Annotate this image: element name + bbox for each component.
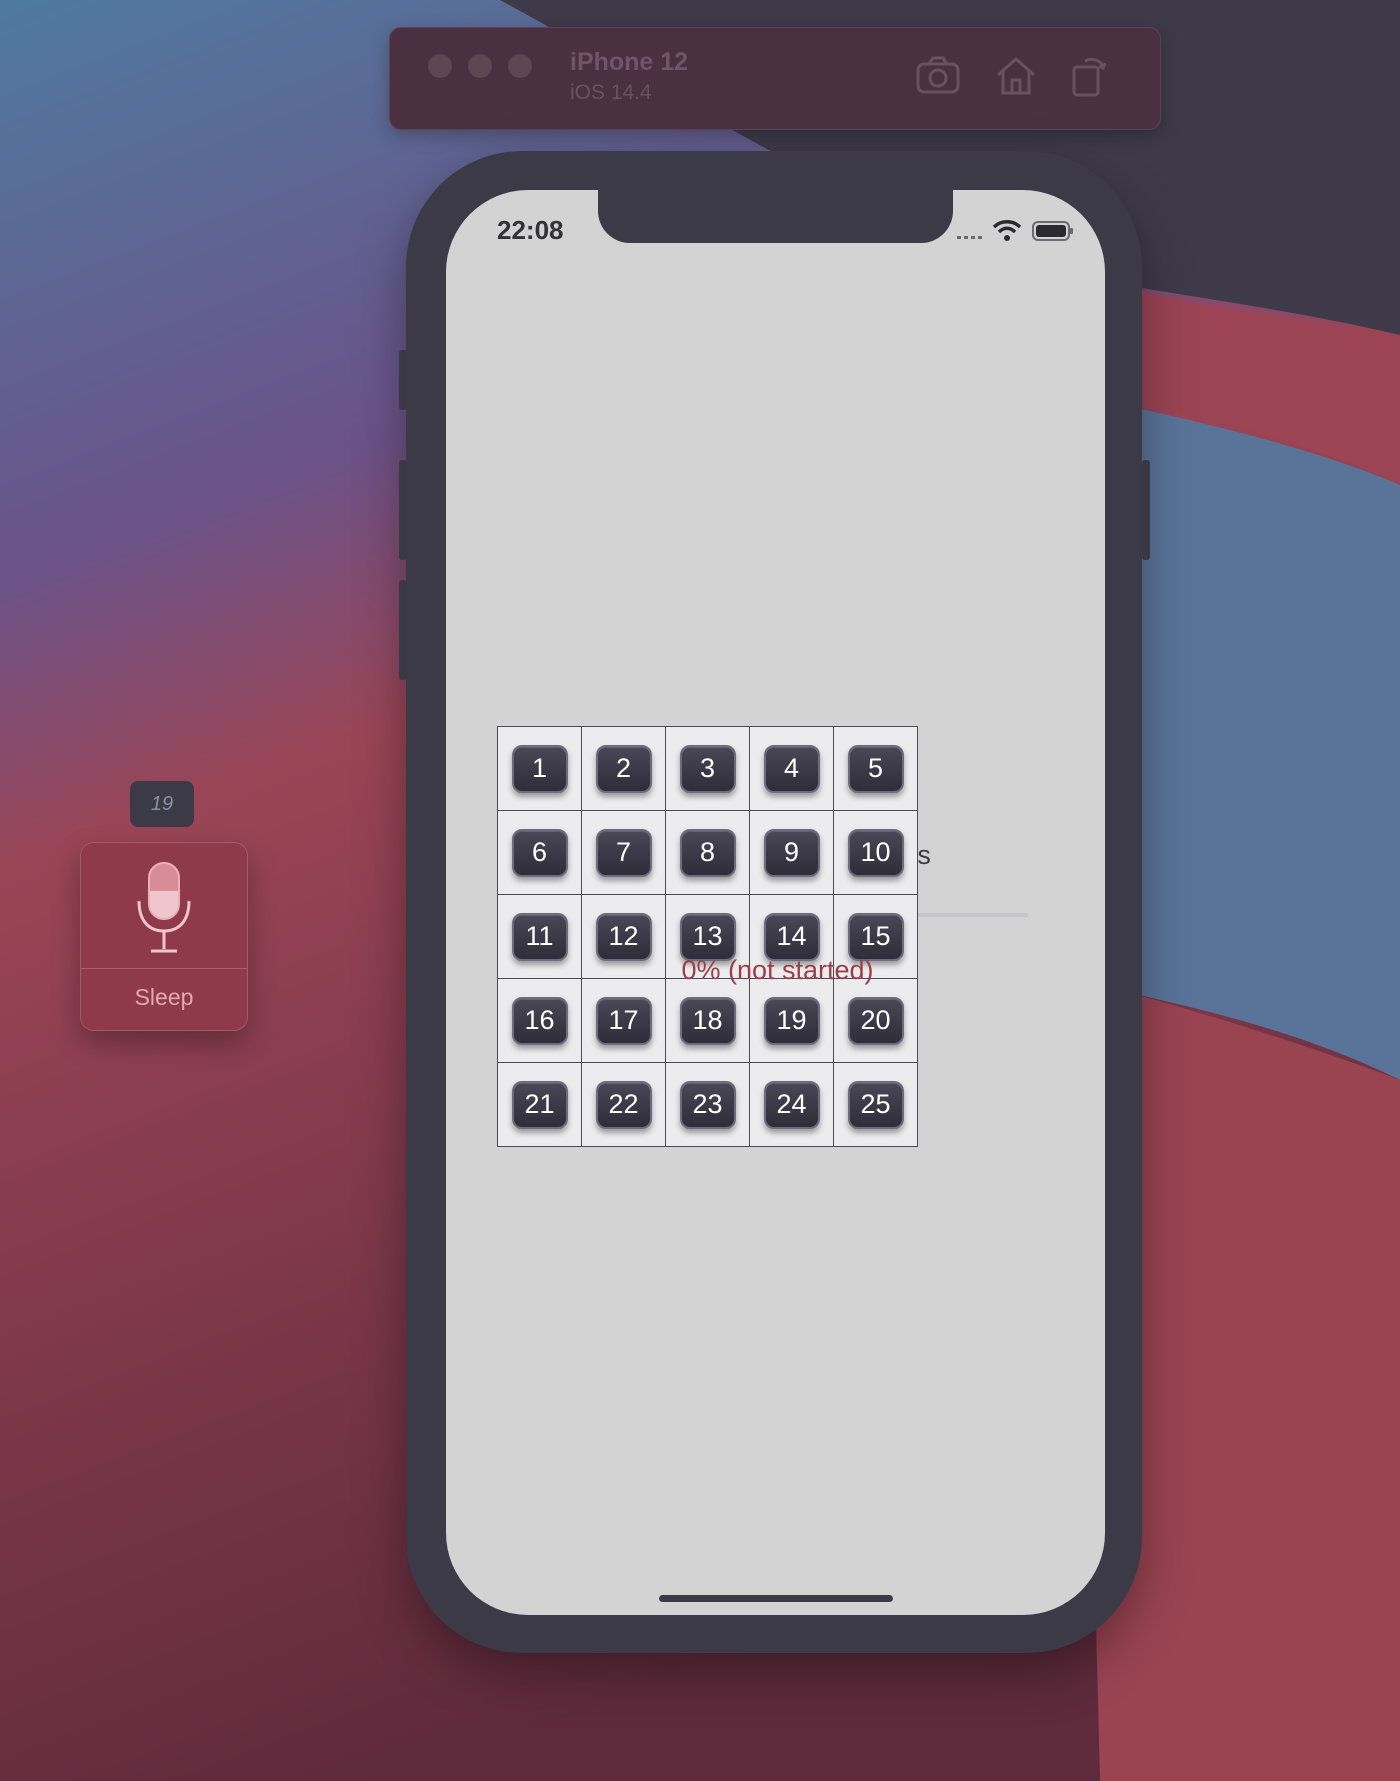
grid-cell[interactable]: 17 — [582, 979, 665, 1062]
grid-cell[interactable]: 7 — [582, 811, 665, 894]
grid-cell[interactable]: 25 — [834, 1063, 917, 1146]
grid-number-label[interactable]: 8 — [679, 828, 736, 877]
device-name: iPhone 12 — [570, 48, 689, 76]
grid-number-label[interactable]: 21 — [511, 1080, 568, 1129]
battery-icon — [1032, 221, 1073, 241]
wifi-icon — [992, 220, 1022, 241]
volume-down-button[interactable] — [399, 580, 407, 680]
grid-number-label[interactable]: 20 — [847, 996, 904, 1045]
grid-cell[interactable]: 6 — [498, 811, 581, 894]
grid-cell[interactable]: 23 — [666, 1063, 749, 1146]
volume-up-button[interactable] — [399, 460, 407, 560]
notch — [598, 190, 953, 243]
grid-cell[interactable]: 8 — [666, 811, 749, 894]
grid-number-label[interactable]: 4 — [763, 744, 820, 793]
progress-status: 0% (not started) — [681, 955, 874, 985]
voice-label: Sleep — [134, 984, 194, 1010]
window-minimize-button[interactable] — [468, 54, 492, 78]
voice-panel-divider — [81, 968, 247, 969]
grid-cell[interactable]: 22 — [582, 1063, 665, 1146]
grid-number-label[interactable]: 16 — [511, 996, 568, 1045]
signal-icon — [957, 236, 982, 239]
grid-cell[interactable]: 3 — [666, 727, 749, 810]
grid-number-label[interactable]: 12 — [595, 912, 652, 961]
grid-cell[interactable]: 1 — [498, 727, 581, 810]
grid-cell[interactable]: 20 — [834, 979, 917, 1062]
rotate-icon[interactable] — [1065, 55, 1111, 97]
grid-number-label[interactable]: 10 — [847, 828, 904, 877]
grid-cell[interactable]: 9 — [750, 811, 833, 894]
grid-number-label[interactable]: 17 — [595, 996, 652, 1045]
grid-number-label[interactable]: 3 — [679, 744, 736, 793]
grid-number-label[interactable]: 22 — [595, 1080, 652, 1129]
camera-icon[interactable] — [915, 55, 961, 97]
grid-cell[interactable]: 19 — [750, 979, 833, 1062]
grid-number-label[interactable]: 24 — [763, 1080, 820, 1129]
simulator-toolbar — [389, 27, 1161, 130]
grid-number-label[interactable]: 15 — [847, 912, 904, 961]
grid-cell[interactable]: 18 — [666, 979, 749, 1062]
os-version: iOS 14.4 — [570, 81, 652, 104]
grid-number-label[interactable]: 7 — [595, 828, 652, 877]
grid-number-label[interactable]: 11 — [511, 912, 568, 961]
grid-number-label[interactable]: 1 — [511, 744, 568, 793]
grid-cell[interactable]: 5 — [834, 727, 917, 810]
grid-number-label[interactable]: 5 — [847, 744, 904, 793]
grid-cell[interactable]: 4 — [750, 727, 833, 810]
number-grid: 1 2 3 4 5 6 7 8 9 10 11 12 13 14 15 16 17 18 19 20 21 22 23 24 2… — [497, 726, 918, 1147]
home-indicator[interactable] — [659, 1595, 893, 1602]
window-close-button[interactable] — [428, 54, 452, 78]
grid-cell[interactable]: 24 — [750, 1063, 833, 1146]
grid-number-label[interactable]: 18 — [679, 996, 736, 1045]
silent-switch[interactable] — [399, 350, 407, 410]
grid-number-label[interactable]: 14 — [763, 912, 820, 961]
microphone-icon — [137, 862, 191, 953]
window-zoom-button[interactable] — [508, 54, 532, 78]
grid-cell[interactable]: 10 — [834, 811, 917, 894]
grid-cell[interactable]: 16 — [498, 979, 581, 1062]
grid-number-label[interactable]: 2 — [595, 744, 652, 793]
grid-number-label[interactable]: 6 — [511, 828, 568, 877]
grid-number-label[interactable]: 9 — [763, 828, 820, 877]
status-time: 22:08 — [497, 215, 564, 245]
grid-number-label[interactable]: 23 — [679, 1080, 736, 1129]
grid-number-label[interactable]: 13 — [679, 912, 736, 961]
power-button[interactable] — [1142, 460, 1150, 560]
home-icon[interactable] — [993, 55, 1039, 97]
grid-number-label[interactable]: 25 — [847, 1080, 904, 1129]
grid-number-label[interactable]: 19 — [763, 996, 820, 1045]
voice-badge-number[interactable]: 19 — [130, 781, 194, 827]
grid-cell[interactable]: 21 — [498, 1063, 581, 1146]
voice-control-panel[interactable]: Sleep — [80, 842, 248, 1031]
grid-cell[interactable]: 2 — [582, 727, 665, 810]
